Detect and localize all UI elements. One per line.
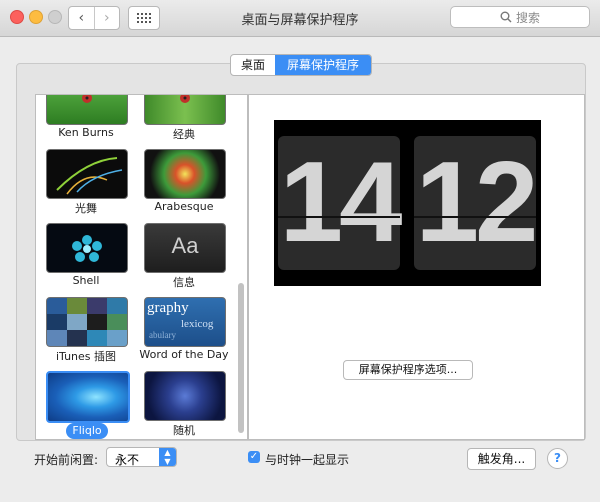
label-word-of-the-day: Word of the Day <box>139 348 229 361</box>
show-clock-label: 与时钟一起显示 <box>265 453 350 467</box>
system-preferences-window: ‹ › 桌面与屏幕保护程序 搜索 桌面 屏幕保护程序 Ken Burns 经典 … <box>0 0 600 502</box>
show-clock-checkbox[interactable]: ✓ <box>248 451 260 463</box>
label-light-dance: 光舞 <box>75 202 97 215</box>
hours-split-line <box>278 216 400 218</box>
help-button[interactable]: ? <box>547 448 568 469</box>
label-random: 随机 <box>173 424 195 437</box>
thumb-itunes-artwork[interactable] <box>46 297 128 347</box>
word-thumb-text-3: abulary <box>149 330 176 340</box>
thumb-light-dance[interactable] <box>46 149 128 199</box>
checkmark-icon: ✓ <box>249 451 259 462</box>
thumb-random[interactable] <box>144 371 226 421</box>
album-grid-icon <box>47 314 127 346</box>
thumb-ken-burns[interactable] <box>46 95 128 125</box>
start-after-value: 永不 <box>115 453 140 467</box>
tab-desktop[interactable]: 桌面 <box>231 55 275 75</box>
minutes-digits: 12 <box>415 139 539 266</box>
thumb-fliqlo[interactable] <box>46 371 130 423</box>
screensaver-options-button[interactable]: 屏幕保护程序选项... <box>343 360 473 380</box>
search-field[interactable]: 搜索 <box>450 6 590 28</box>
label-itunes-artwork: iTunes 插图 <box>55 350 117 363</box>
hours-card: 14 <box>278 136 403 270</box>
start-after-label: 开始前闲置: <box>34 453 99 467</box>
thumb-classic[interactable] <box>144 95 226 125</box>
light-streaks-icon <box>56 157 123 195</box>
message-thumb-text: Aa <box>171 233 199 258</box>
label-ken-burns: Ken Burns <box>58 126 114 139</box>
thumb-word-of-the-day[interactable]: graphy lexicog abulary <box>144 297 226 347</box>
title-bar: ‹ › 桌面与屏幕保护程序 搜索 <box>0 0 600 37</box>
ladybug-icon <box>180 95 190 103</box>
thumb-arabesque[interactable] <box>144 149 226 199</box>
list-scrollbar[interactable] <box>238 283 244 433</box>
label-shell: Shell <box>72 274 100 287</box>
label-fliqlo: Fliqlo <box>66 423 108 439</box>
tab-bar: 桌面 屏幕保护程序 <box>230 54 373 76</box>
hours-digits: 14 <box>279 139 403 266</box>
label-message: 信息 <box>173 276 195 289</box>
word-thumb-text-1: graphy <box>147 300 189 316</box>
up-down-arrows-icon: ▲ ▼ <box>159 448 176 466</box>
thumb-message[interactable]: Aa <box>144 223 226 273</box>
hot-corners-button[interactable]: 触发角... <box>467 448 536 470</box>
shell-flower-icon <box>72 235 102 262</box>
thumb-shell[interactable] <box>46 223 128 273</box>
search-icon <box>500 11 512 23</box>
label-arabesque: Arabesque <box>154 200 214 213</box>
ladybug-icon <box>82 95 92 103</box>
minutes-split-line <box>414 216 536 218</box>
start-after-select[interactable]: 永不 ▲ ▼ <box>106 447 177 467</box>
label-classic: 经典 <box>173 128 195 141</box>
search-placeholder: 搜索 <box>515 10 540 25</box>
minutes-card: 12 <box>414 136 539 270</box>
tab-screensaver[interactable]: 屏幕保护程序 <box>275 55 372 75</box>
word-thumb-text-2: lexicog <box>181 318 214 330</box>
screensaver-list[interactable]: Ken Burns 经典 光舞 Arabesque Shell Aa 信息 iT… <box>35 94 248 440</box>
fliqlo-preview: 14 12 <box>274 120 541 286</box>
